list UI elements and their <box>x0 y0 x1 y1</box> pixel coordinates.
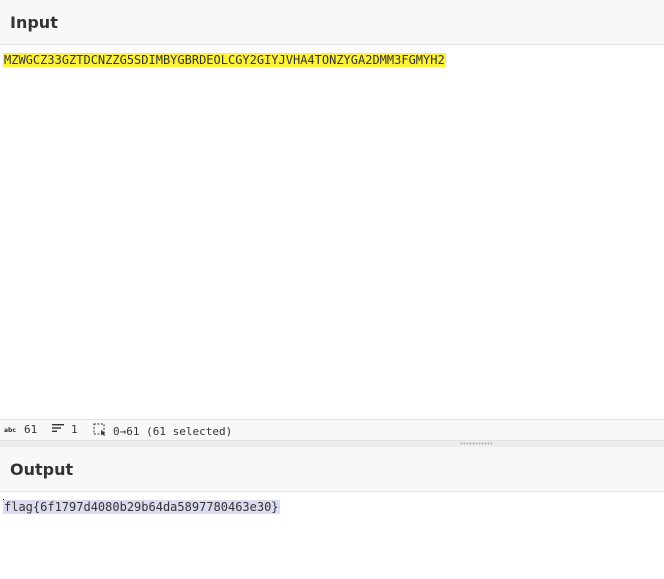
output-text[interactable]: flag{6f1797d4080b29b64da5897780463e30} <box>3 500 280 514</box>
selection-status: 0→61 (61 selected) <box>93 423 233 440</box>
cyberchef-io-panels: Input MZWGCZ33GZTDCNZZG5SDIMBYGBRDEOLCGY… <box>0 0 664 579</box>
input-title: Input <box>10 13 58 32</box>
input-text[interactable]: MZWGCZ33GZTDCNZZG5SDIMBYGBRDEOLCGY2GIYJV… <box>3 53 446 67</box>
input-header: Input <box>0 0 664 45</box>
output-header: Output <box>0 447 664 492</box>
output-title: Output <box>10 460 74 479</box>
input-line[interactable]: MZWGCZ33GZTDCNZZG5SDIMBYGBRDEOLCGY2GIYJV… <box>3 52 446 69</box>
length-status: abc 61 <box>4 423 37 437</box>
selection-value: 0→61 (61 selected) <box>113 424 233 438</box>
svg-text:abc: abc <box>4 427 16 433</box>
lines-value: 1 <box>71 423 78 436</box>
input-editor[interactable]: MZWGCZ33GZTDCNZZG5SDIMBYGBRDEOLCGY2GIYJV… <box>0 46 664 419</box>
output-line[interactable]: flag{6f1797d4080b29b64da5897780463e30} <box>3 499 280 516</box>
resize-grip-icon[interactable] <box>460 442 492 445</box>
length-value: 61 <box>24 423 38 436</box>
lines-status: 1 <box>51 423 78 437</box>
selection-icon <box>93 423 107 440</box>
lines-icon <box>51 423 65 437</box>
output-editor[interactable]: flag{6f1797d4080b29b64da5897780463e30} <box>0 493 664 579</box>
input-status-bar: abc 61 1 0→61 (61 selected) <box>0 419 664 441</box>
abc-length-icon: abc <box>4 423 18 437</box>
